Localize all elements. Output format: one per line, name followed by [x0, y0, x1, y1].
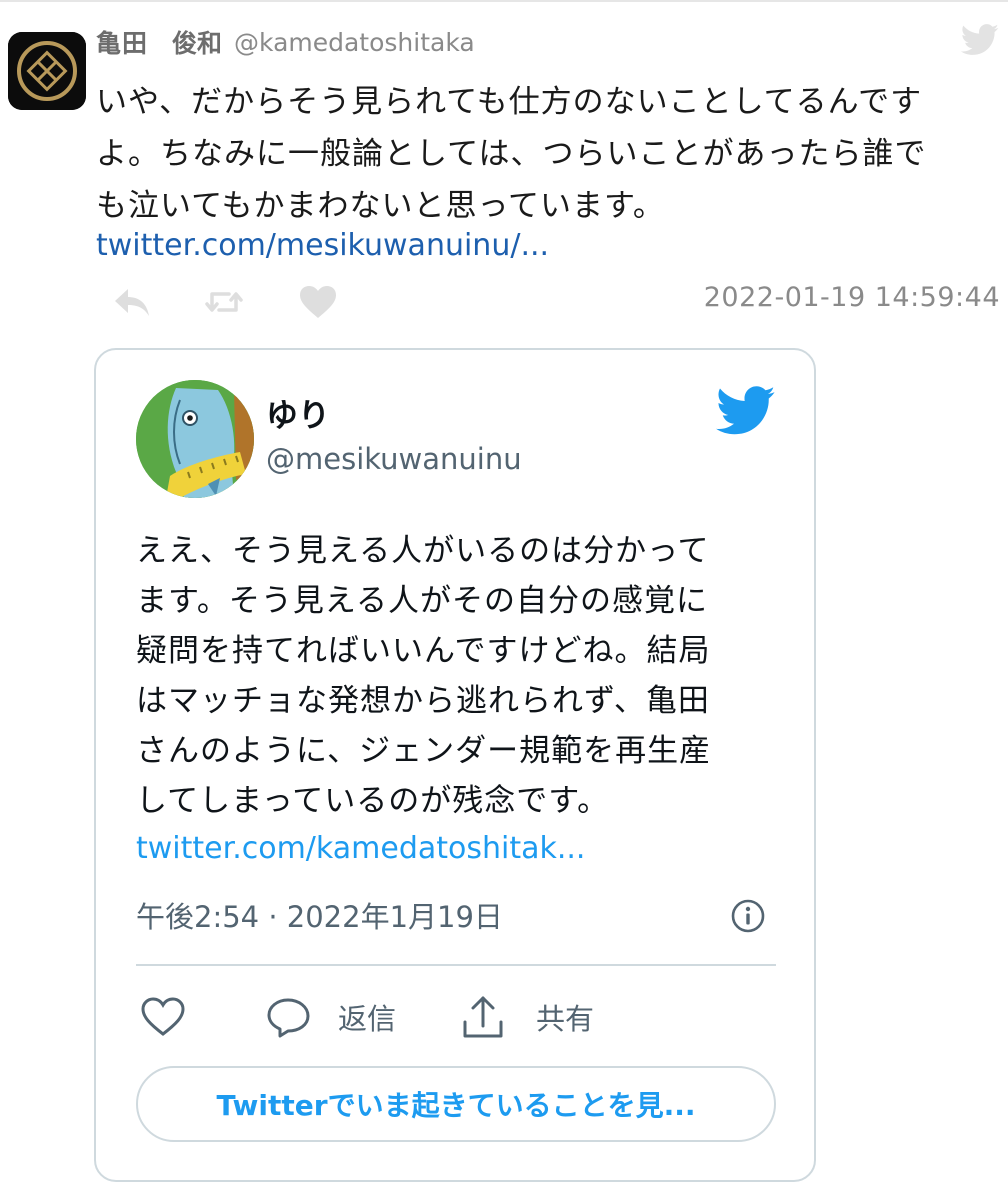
embed-text-line: してしまっているのが残念です。: [136, 783, 610, 819]
author-avatar[interactable]: [8, 32, 86, 110]
share-icon: [463, 996, 503, 1038]
embed-text-line: さんのように、ジェンダー規範を再生産: [136, 733, 712, 769]
embed-reply-button[interactable]: 返信: [266, 992, 396, 1042]
speech-bubble-icon: [267, 998, 310, 1038]
embed-display-name[interactable]: ゆり: [266, 390, 330, 436]
embedded-tweet-card[interactable]: ゆり @mesikuwanuinu ええ、そう見える人がいるのは分かって ます。…: [94, 348, 816, 1182]
display-name-given[interactable]: 俊和: [172, 24, 222, 60]
embed-timestamp[interactable]: 午後2:54 · 2022年1月19日: [136, 894, 503, 936]
heart-icon[interactable]: [296, 280, 340, 324]
retweet-icon[interactable]: [202, 280, 246, 324]
embed-text: ええ、そう見える人がいるのは分かって ます。そう見える人がその自分の感覚に 疑問…: [136, 526, 776, 826]
twitter-bird-icon[interactable]: [960, 24, 1000, 56]
tweet-link[interactable]: twitter.com/mesikuwanuinu/...: [96, 222, 549, 270]
tweet-timestamp: 2022-01-19 14:59:44: [703, 282, 1000, 313]
tweet-actions: [110, 280, 340, 324]
display-name-family[interactable]: 亀田: [96, 24, 148, 60]
tweet-text: いや、だからそう見られても仕方のないことしてるんです よ。ちなみに一般論としては…: [96, 76, 986, 232]
tweet-text-line: よ。ちなみに一般論としては、つらいことがあったら誰で: [96, 136, 927, 172]
reply-label: 返信: [338, 1002, 397, 1036]
embed-like-button[interactable]: [140, 992, 186, 1042]
tweet-header: 亀田 俊和 @kamedatoshitaka: [96, 24, 475, 60]
embed-divider: [136, 964, 776, 966]
embed-text-line: はマッチョな発想から逃れられず、亀田: [136, 683, 710, 719]
reply-icon[interactable]: [110, 280, 154, 324]
read-more-button[interactable]: Twitterでいま起きていることを見...: [136, 1066, 776, 1142]
embed-actions: 返信 共有: [136, 992, 776, 1042]
top-divider: [0, 0, 1008, 2]
twitter-bird-icon[interactable]: [716, 386, 776, 436]
info-icon[interactable]: [730, 898, 766, 934]
author-handle[interactable]: @kamedatoshitaka: [234, 28, 475, 57]
embed-handle[interactable]: @mesikuwanuinu: [266, 442, 522, 476]
embed-avatar[interactable]: [136, 380, 254, 498]
embed-link[interactable]: twitter.com/kamedatoshitak...: [136, 824, 585, 874]
tweet-text-line: いや、だからそう見られても仕方のないことしてるんです: [96, 84, 923, 120]
share-label: 共有: [536, 1002, 595, 1036]
heart-icon: [141, 997, 185, 1036]
embed-text-line: ます。そう見える人がその自分の感覚に: [136, 583, 708, 619]
embed-share-button[interactable]: 共有: [460, 992, 594, 1042]
embed-text-line: ええ、そう見える人がいるのは分かって: [136, 533, 710, 569]
embed-text-line: 疑問を持てればいいんですけどね。結局: [136, 633, 711, 669]
